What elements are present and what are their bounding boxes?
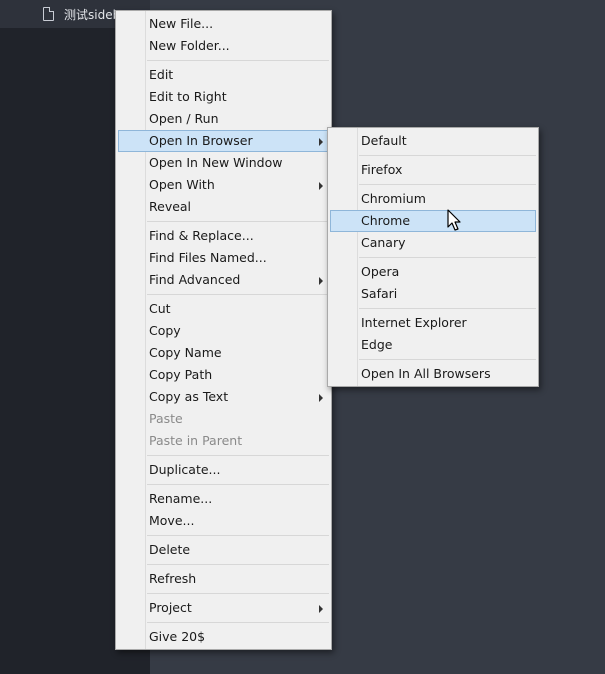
menu-item-label: Copy as Text xyxy=(149,389,229,404)
menu-item-give[interactable]: Give 20$ xyxy=(118,626,329,648)
menu-item-label: Firefox xyxy=(361,162,403,177)
menu-item-label: Safari xyxy=(361,286,398,301)
menu-item-edit-to-right[interactable]: Edit to Right xyxy=(118,86,329,108)
menu-item-label: Edge xyxy=(361,337,393,352)
menu-item-label: Chromium xyxy=(361,191,426,206)
menu-item-copy-path[interactable]: Copy Path xyxy=(118,364,329,386)
menu-item-label: Paste xyxy=(149,411,183,426)
menu-item-label: Canary xyxy=(361,235,406,250)
menu-separator xyxy=(147,593,329,594)
file-icon xyxy=(43,7,54,21)
menu-item-label: Paste in Parent xyxy=(149,433,243,448)
browser-item-open-in-all[interactable]: Open In All Browsers xyxy=(330,363,536,385)
menu-item-label: Find & Replace... xyxy=(149,228,254,243)
menu-item-label: Open With xyxy=(149,177,215,192)
menu-separator xyxy=(147,622,329,623)
menu-item-label: Open In All Browsers xyxy=(361,366,491,381)
menu-item-label: Opera xyxy=(361,264,400,279)
menu-item-label: Default xyxy=(361,133,407,148)
menu-item-label: Copy Path xyxy=(149,367,213,382)
menu-item-label: Reveal xyxy=(149,199,192,214)
menu-item-label: New Folder... xyxy=(149,38,230,53)
menu-item-paste-in-parent: Paste in Parent xyxy=(118,430,329,452)
menu-separator xyxy=(147,484,329,485)
menu-item-delete[interactable]: Delete xyxy=(118,539,329,561)
menu-item-duplicate[interactable]: Duplicate... xyxy=(118,459,329,481)
menu-item-label: Open In New Window xyxy=(149,155,283,170)
browser-item-firefox[interactable]: Firefox xyxy=(330,159,536,181)
browser-item-chromium[interactable]: Chromium xyxy=(330,188,536,210)
menu-item-copy[interactable]: Copy xyxy=(118,320,329,342)
submenu-arrow-icon xyxy=(319,605,323,613)
menu-item-cut[interactable]: Cut xyxy=(118,298,329,320)
menu-item-open-with[interactable]: Open With xyxy=(118,174,329,196)
menu-separator xyxy=(359,359,536,360)
menu-item-label: Copy xyxy=(149,323,181,338)
mouse-cursor-icon xyxy=(447,209,461,231)
menu-item-label: Chrome xyxy=(361,213,411,228)
menu-item-open-in-new-window[interactable]: Open In New Window xyxy=(118,152,329,174)
browser-item-opera[interactable]: Opera xyxy=(330,261,536,283)
menu-item-label: Delete xyxy=(149,542,191,557)
menu-item-label: Duplicate... xyxy=(149,462,221,477)
menu-item-label: Find Files Named... xyxy=(149,250,267,265)
menu-item-label: Internet Explorer xyxy=(361,315,467,330)
submenu-arrow-icon xyxy=(319,138,323,146)
submenu-arrow-icon xyxy=(319,182,323,190)
menu-item-rename[interactable]: Rename... xyxy=(118,488,329,510)
menu-item-open-run[interactable]: Open / Run xyxy=(118,108,329,130)
submenu-arrow-icon xyxy=(319,277,323,285)
menu-item-new-folder[interactable]: New Folder... xyxy=(118,35,329,57)
menu-separator xyxy=(359,257,536,258)
menu-item-label: Open / Run xyxy=(149,111,219,126)
menu-item-copy-name[interactable]: Copy Name xyxy=(118,342,329,364)
menu-item-edit[interactable]: Edit xyxy=(118,64,329,86)
menu-item-find-files-named[interactable]: Find Files Named... xyxy=(118,247,329,269)
menu-separator xyxy=(359,155,536,156)
menu-separator xyxy=(147,294,329,295)
menu-separator xyxy=(147,535,329,536)
menu-item-move[interactable]: Move... xyxy=(118,510,329,532)
menu-separator xyxy=(359,184,536,185)
submenu-arrow-icon xyxy=(319,394,323,402)
browser-item-canary[interactable]: Canary xyxy=(330,232,536,254)
menu-item-new-file[interactable]: New File... xyxy=(118,13,329,35)
menu-item-project[interactable]: Project xyxy=(118,597,329,619)
menu-item-find-replace[interactable]: Find & Replace... xyxy=(118,225,329,247)
menu-item-label: Edit to Right xyxy=(149,89,227,104)
menu-item-label: Find Advanced xyxy=(149,272,241,287)
menu-item-label: New File... xyxy=(149,16,214,31)
menu-separator xyxy=(147,60,329,61)
menu-item-label: Cut xyxy=(149,301,171,316)
menu-item-open-in-browser[interactable]: Open In Browser xyxy=(118,130,329,152)
menu-item-find-advanced[interactable]: Find Advanced xyxy=(118,269,329,291)
menu-item-paste: Paste xyxy=(118,408,329,430)
menu-item-reveal[interactable]: Reveal xyxy=(118,196,329,218)
menu-item-copy-as-text[interactable]: Copy as Text xyxy=(118,386,329,408)
menu-item-label: Move... xyxy=(149,513,195,528)
browser-item-edge[interactable]: Edge xyxy=(330,334,536,356)
menu-separator xyxy=(359,308,536,309)
menu-item-refresh[interactable]: Refresh xyxy=(118,568,329,590)
menu-item-label: Refresh xyxy=(149,571,197,586)
context-menu: New File... New Folder... Edit Edit to R… xyxy=(115,10,332,650)
menu-item-label: Open In Browser xyxy=(149,133,253,148)
browser-item-internet-explorer[interactable]: Internet Explorer xyxy=(330,312,536,334)
menu-item-label: Project xyxy=(149,600,192,615)
browser-item-chrome[interactable]: Chrome xyxy=(330,210,536,232)
browser-item-safari[interactable]: Safari xyxy=(330,283,536,305)
browser-submenu: Default Firefox Chromium Chrome Canary O… xyxy=(327,127,539,387)
browser-item-default[interactable]: Default xyxy=(330,130,536,152)
menu-item-label: Rename... xyxy=(149,491,213,506)
menu-separator xyxy=(147,564,329,565)
menu-item-label: Give 20$ xyxy=(149,629,206,644)
menu-separator xyxy=(147,455,329,456)
menu-item-label: Edit xyxy=(149,67,174,82)
menu-separator xyxy=(147,221,329,222)
menu-item-label: Copy Name xyxy=(149,345,222,360)
